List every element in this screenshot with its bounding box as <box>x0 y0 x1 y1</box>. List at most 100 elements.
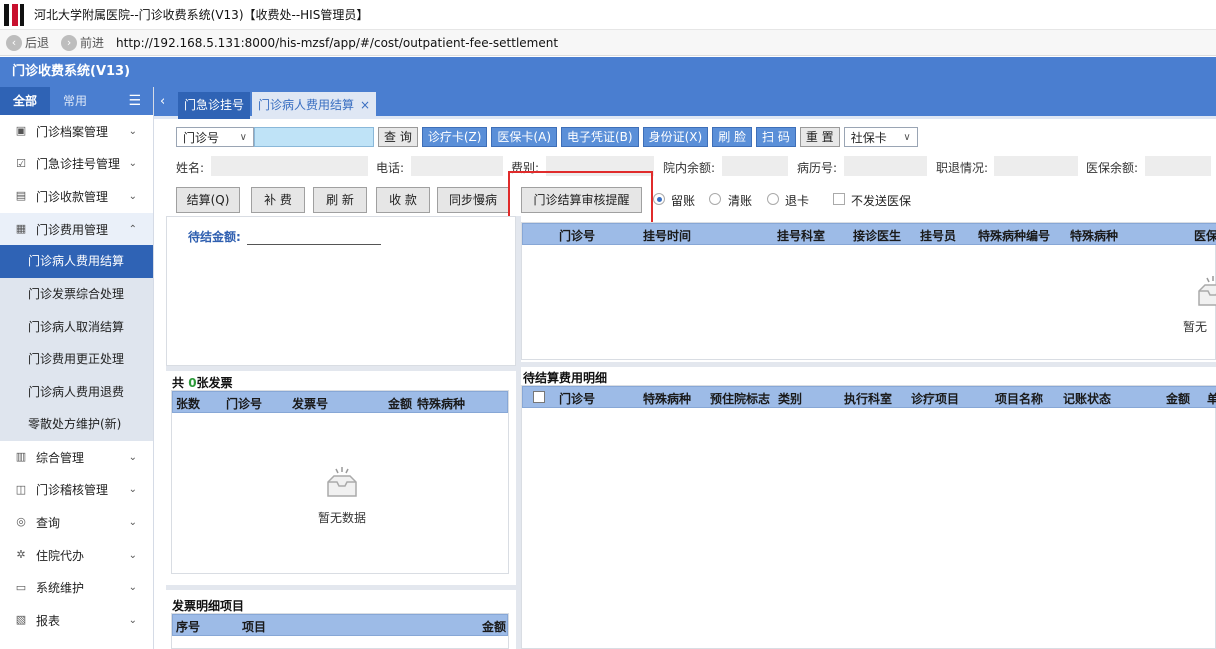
chevron-down-icon: ⌄ <box>128 582 137 594</box>
gear-icon: ✲ <box>16 548 26 562</box>
horizontal-splitter[interactable] <box>166 585 516 590</box>
pending-amount-pane: 待结金额: <box>166 216 516 366</box>
insurance-card-button[interactable]: 医保卡(A) <box>491 127 557 147</box>
report-icon: ▧ <box>15 613 27 627</box>
forward-arrow-icon: › <box>61 34 78 51</box>
sidebar-item-archive[interactable]: ▣ 门诊档案管理 ⌄ <box>0 115 153 148</box>
search-toolbar: 门诊号 ∨ 查 询 诊疗卡(Z) 医保卡(A) 电子凭证(B) 身份证(X) 刷 … <box>166 126 918 148</box>
invoice-count-suffix: 张发票 <box>196 376 233 390</box>
url-field[interactable]: http://192.168.5.131:8000/his-mzsf/app/#… <box>116 36 558 50</box>
sidebar-item-fee[interactable]: ▦ 门诊费用管理 ⌃ <box>0 212 153 246</box>
doc-icon: ▣ <box>15 124 27 138</box>
window-title: 河北大学附属医院--门诊收费系统(V13)【收费处--HIS管理员】 <box>34 8 369 22</box>
fee-icon: ▦ <box>15 222 27 236</box>
cash-icon: ▤ <box>15 189 27 203</box>
sidebar-subitem-settlement[interactable]: 门诊病人费用结算 <box>0 245 153 278</box>
column-header: 特殊病种 <box>643 392 692 406</box>
retire-field <box>994 156 1078 176</box>
invoice-count-number: 0 <box>188 376 197 390</box>
settle-button[interactable]: 结算(Q) <box>176 187 240 213</box>
refund-card-radio[interactable] <box>767 193 779 205</box>
empty-box-icon <box>1198 276 1216 306</box>
sidebar-item-label: 门诊稽核管理 <box>36 483 109 498</box>
id-card-button[interactable]: 身份证(X) <box>642 127 709 147</box>
invoice-detail-title: 发票明细项目 <box>172 599 245 613</box>
tab-all[interactable]: 全部 <box>0 87 50 115</box>
id-type-select[interactable]: 门诊号 ∨ <box>176 127 254 147</box>
chevron-down-icon: ∨ <box>903 131 911 143</box>
keep-account-label: 留账 <box>671 194 696 208</box>
collect-button[interactable]: 收 款 <box>376 187 430 213</box>
sidebar-item-label: 报表 <box>36 613 61 628</box>
sidebar-subitem-invoice[interactable]: 门诊发票综合处理 <box>0 277 153 311</box>
e-voucher-button[interactable]: 电子凭证(B) <box>561 127 639 147</box>
chevron-down-icon: ⌄ <box>128 125 137 137</box>
sidebar-item-maintenance[interactable]: ▭ 系统维护 ⌄ <box>0 571 153 604</box>
sidebar-subitem-prescription[interactable]: 零散处方维护(新) <box>0 408 153 441</box>
clear-account-radio[interactable] <box>709 193 721 205</box>
register-icon: ☑ <box>16 156 26 170</box>
keep-account-radio[interactable] <box>653 193 665 205</box>
forward-button[interactable]: › 前进 <box>61 34 104 51</box>
sidebar-subitem-cancel[interactable]: 门诊病人取消结算 <box>0 310 153 344</box>
column-header: 诊疗项目 <box>911 392 960 406</box>
back-arrow-icon: ‹ <box>6 34 22 51</box>
invoice-detail-grid: 序号 项目 金额 <box>171 613 509 649</box>
face-scan-button[interactable]: 刷 脸 <box>712 127 753 147</box>
tab-settlement[interactable]: 门诊病人费用结算 × <box>252 92 377 119</box>
column-header: 门诊号 <box>559 229 596 243</box>
sidebar-item-cashier[interactable]: ▤ 门诊收款管理 ⌄ <box>0 180 153 213</box>
sidebar-subitem-correct[interactable]: 门诊费用更正处理 <box>0 343 153 376</box>
query-button[interactable]: 查 询 <box>378 127 418 147</box>
id-input[interactable] <box>254 127 374 147</box>
horizontal-splitter[interactable] <box>166 366 516 371</box>
column-header: 特殊病种 <box>417 397 466 411</box>
insurance-balance-field <box>1145 156 1211 176</box>
column-header: 挂号科室 <box>777 229 826 243</box>
horizontal-splitter[interactable] <box>521 362 1216 367</box>
visit-grid-header: 门诊号 挂号时间 挂号科室 接诊医生 挂号员 特殊病种编号 特殊病种 医保 <box>522 223 1216 245</box>
sidebar-subitem-refund[interactable]: 门诊病人费用退费 <box>0 375 153 409</box>
phone-label: 电话: <box>376 161 405 175</box>
retire-label: 职退情况: <box>936 161 989 175</box>
sidebar-item-register[interactable]: ☑ 门急诊挂号管理 ⌄ <box>0 148 153 181</box>
monitor-icon: ▭ <box>15 580 27 594</box>
clinic-card-button[interactable]: 诊疗卡(Z) <box>421 127 488 147</box>
column-header: 金额 <box>1166 392 1191 406</box>
chevron-down-icon: ⌄ <box>128 451 137 463</box>
close-icon[interactable]: × <box>360 92 370 119</box>
sidebar-item-query[interactable]: ◎ 查询 ⌄ <box>0 506 153 539</box>
menu-toggle-icon[interactable]: ☰ <box>128 93 141 109</box>
sidebar-item-general[interactable]: ▥ 综合管理 ⌄ <box>0 441 153 474</box>
sidebar-tabs: 全部 常用 ☰ <box>0 87 153 115</box>
chevron-down-icon: ⌄ <box>128 190 137 202</box>
column-header: 门诊号 <box>559 392 596 406</box>
window-titlebar: 河北大学附属医院--门诊收费系统(V13)【收费处--HIS管理员】 <box>0 0 1216 30</box>
select-all-checkbox[interactable] <box>533 391 545 403</box>
card-type-select[interactable]: 社保卡 ∨ <box>843 127 918 147</box>
column-header: 特殊病种 <box>1070 229 1119 243</box>
sync-chronic-button[interactable]: 同步慢病 <box>437 187 509 213</box>
sidebar-item-inpatient[interactable]: ✲ 住院代办 ⌄ <box>0 539 153 572</box>
hospital-balance-field <box>722 156 788 176</box>
column-header: 挂号员 <box>920 229 957 243</box>
back-button[interactable]: ‹ 后退 <box>6 34 49 51</box>
sidebar-item-label: 系统维护 <box>36 581 85 596</box>
supplement-button[interactable]: 补 费 <box>251 187 305 213</box>
audit-icon: ◫ <box>15 482 27 496</box>
sidebar-item-audit[interactable]: ◫ 门诊稽核管理 ⌄ <box>0 474 153 507</box>
pending-amount-field <box>247 244 381 245</box>
qr-scan-button[interactable]: 扫 码 <box>756 127 796 147</box>
invoice-grid: 张数 门诊号 发票号 金额 特殊病种 暂无数据 <box>171 390 509 574</box>
tab-scroll-left-icon[interactable]: ‹ <box>160 94 165 109</box>
sidebar-item-label: 查询 <box>36 515 61 530</box>
tab-register[interactable]: 门急诊挂号 <box>178 92 251 119</box>
sidebar-item-label: 住院代办 <box>36 548 85 563</box>
record-no-field <box>844 156 927 176</box>
sidebar-item-report[interactable]: ▧ 报表 ⌄ <box>0 604 153 637</box>
reset-button[interactable]: 重 置 <box>799 127 840 147</box>
tab-common[interactable]: 常用 <box>50 87 100 115</box>
no-send-insurance-checkbox[interactable] <box>833 193 845 205</box>
refresh-button[interactable]: 刷 新 <box>313 187 367 213</box>
highlight-box <box>508 171 653 226</box>
